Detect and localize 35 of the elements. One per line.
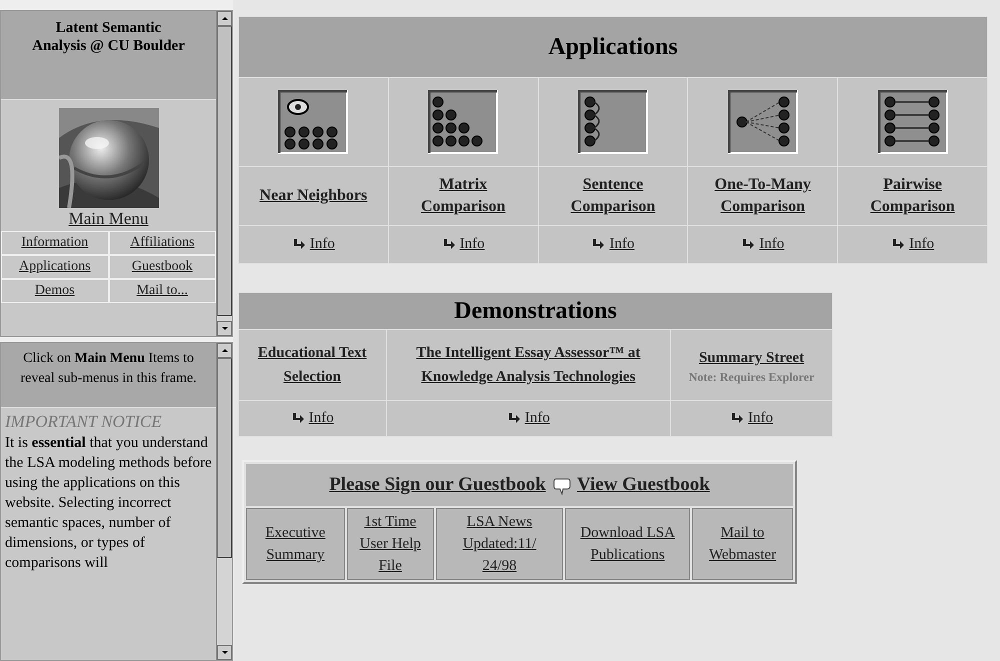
hint-text: Click on Main Menu Items to reveal sub-menus in this frame. — [1, 343, 216, 407]
diagram-icon[interactable] — [278, 90, 348, 154]
arrow-icon — [741, 238, 756, 251]
view-guestbook-link[interactable]: View Guestbook — [576, 474, 710, 495]
arrow-icon — [891, 238, 906, 251]
section-title: Demonstrations — [239, 293, 832, 329]
note-text: Note: Requires Explorer — [688, 370, 816, 384]
scrollbar[interactable] — [216, 343, 232, 660]
arrow-icon — [506, 412, 521, 425]
arrow-icon — [442, 238, 456, 251]
diagram-icon[interactable] — [428, 90, 498, 154]
arrow-icon — [290, 412, 305, 425]
main-menu-link[interactable]: Main Menu — [68, 209, 148, 229]
diagram-icon[interactable] — [578, 90, 648, 154]
demo-link[interactable]: Summary Street — [698, 346, 804, 370]
scrollbar[interactable] — [216, 11, 232, 336]
info-link[interactable]: Info — [909, 236, 934, 252]
arrow-icon — [730, 412, 744, 425]
sign-guestbook-link[interactable]: Please Sign our Guestbook — [329, 474, 546, 495]
info-link[interactable]: Info — [460, 236, 485, 252]
diagram-icon[interactable] — [878, 90, 948, 154]
notice-text: It is essential that you understand the LSA modeling methods before using the applications on this website. Selecting incorrect semantic spaces, number of dimensions, or types of comparisons will — [5, 434, 212, 573]
info-link[interactable]: Info — [308, 410, 334, 426]
diagram-icon[interactable] — [728, 90, 798, 154]
notice-heading: IMPORTANT NOTICE — [5, 412, 162, 431]
info-link[interactable]: Info — [609, 236, 634, 252]
arrow-icon — [591, 238, 606, 251]
speech-bubble-icon — [552, 476, 571, 495]
site-title: Latent Semantic Analysis @ CU Boulder — [1, 11, 216, 99]
section-title: Applications — [239, 17, 987, 77]
info-link[interactable]: Info — [310, 236, 335, 252]
info-link[interactable]: Info — [524, 410, 550, 426]
info-link[interactable]: Info — [748, 410, 774, 426]
arrow-icon — [292, 238, 306, 251]
info-link[interactable]: Info — [759, 236, 784, 252]
